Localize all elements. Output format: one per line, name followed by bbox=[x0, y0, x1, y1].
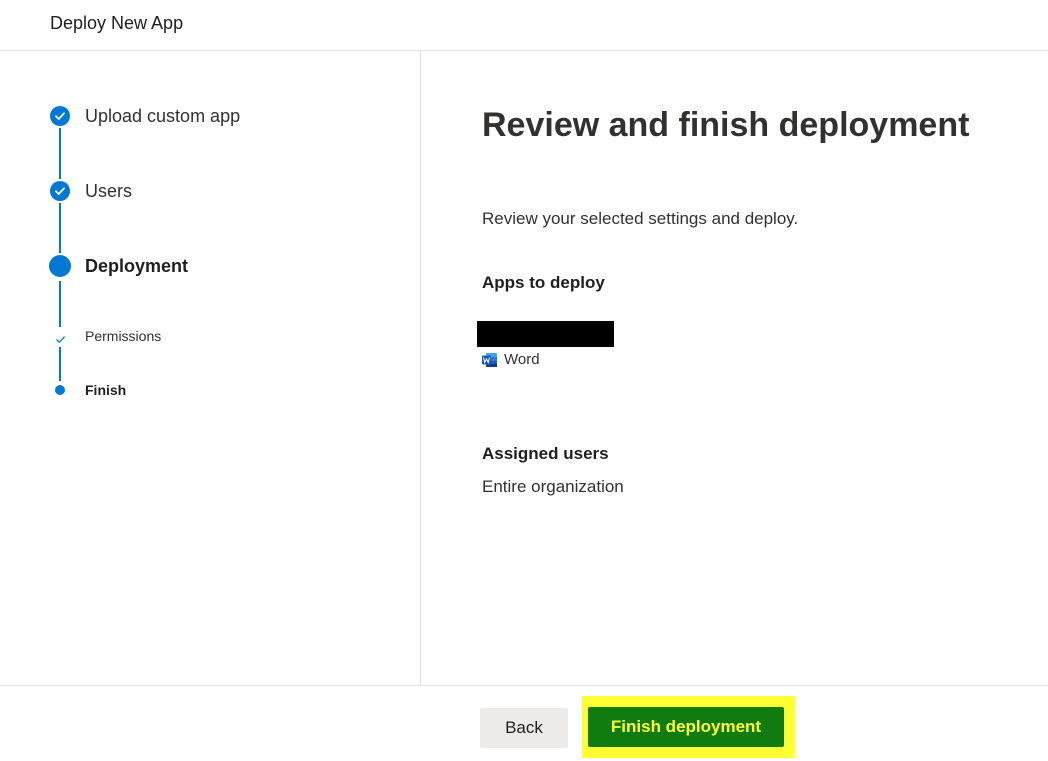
step-connector bbox=[59, 281, 61, 327]
assigned-users-value: Entire organization bbox=[482, 477, 624, 496]
step-users-label: Users bbox=[85, 181, 133, 201]
apps-to-deploy-heading: Apps to deploy bbox=[482, 273, 605, 292]
footer: Back Finish deployment bbox=[0, 685, 1048, 761]
page-header-title: Deploy New App bbox=[50, 13, 184, 33]
step-deployment-indicator bbox=[49, 255, 71, 277]
step-upload-custom-app-label: Upload custom app bbox=[85, 106, 241, 126]
substep-permissions-label: Permissions bbox=[85, 328, 162, 344]
substep-finish-label: Finish bbox=[85, 382, 127, 398]
assigned-users-heading: Assigned users bbox=[482, 444, 609, 463]
redacted-app-name bbox=[477, 321, 614, 347]
step-connector bbox=[59, 203, 61, 253]
word-icon bbox=[482, 352, 498, 368]
checkmark-icon bbox=[55, 112, 65, 120]
wizard-stepper: Upload custom app Users Deployment Permi… bbox=[0, 51, 421, 685]
step-deployment-label: Deployment bbox=[85, 256, 189, 276]
app-name: Word bbox=[504, 351, 540, 368]
step-users-indicator bbox=[50, 181, 70, 201]
page-title: Review and finish deployment bbox=[482, 106, 970, 144]
finish-deployment-button[interactable]: Finish deployment bbox=[588, 707, 784, 747]
checkmark-icon bbox=[55, 335, 65, 343]
step-connector bbox=[59, 128, 61, 179]
app-list-item: Word bbox=[482, 351, 540, 368]
substep-finish-indicator bbox=[55, 385, 65, 395]
substep-permissions-indicator bbox=[54, 333, 66, 345]
header: Deploy New App bbox=[0, 0, 1048, 51]
back-button[interactable]: Back bbox=[480, 708, 568, 748]
page-description: Review your selected settings and deploy… bbox=[482, 209, 799, 228]
step-connector bbox=[59, 347, 61, 381]
review-panel: Review and finish deployment Review your… bbox=[422, 51, 1048, 685]
step-upload-custom-app-indicator bbox=[50, 106, 70, 126]
checkmark-icon bbox=[55, 187, 65, 195]
